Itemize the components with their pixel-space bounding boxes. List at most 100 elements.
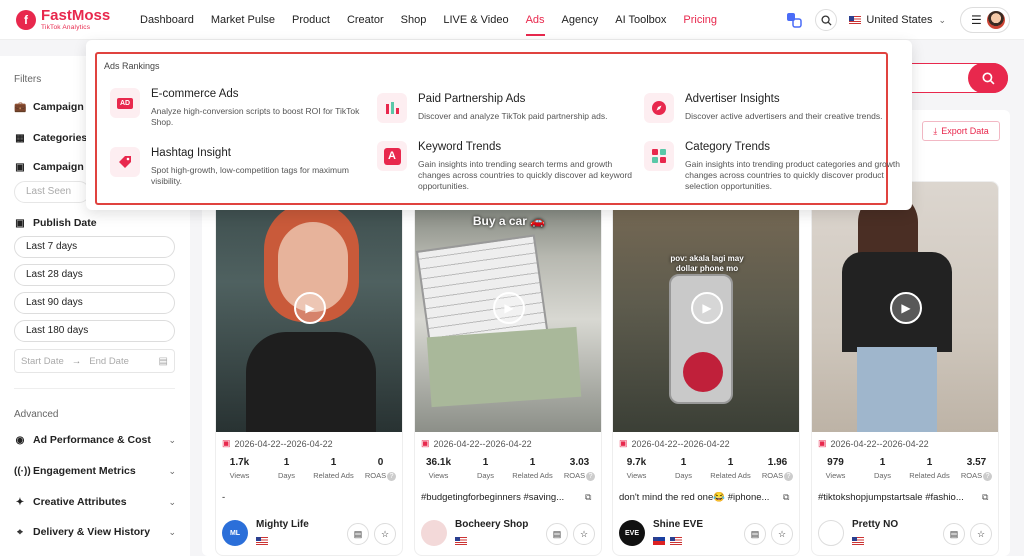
translate-icon[interactable] [783,9,805,31]
search-icon[interactable] [815,9,838,31]
star-icon[interactable]: ☆ [573,523,595,545]
help-icon[interactable]: ? [586,472,596,481]
ad-card[interactable]: ▶ ▣ 2026-04-22--2026-04-22 1.7k Views 1 Day… [215,181,403,556]
related-ads-value: 1 [727,457,734,468]
card-title: #budgetingforbeginners #saving... [421,492,565,503]
user-menu[interactable]: ☰ [960,7,1010,33]
play-icon[interactable]: ▶ [493,292,525,324]
grid-icon [644,141,674,171]
date-option-last-7[interactable]: Last 7 days [14,236,175,258]
bar-chart-icon [377,93,407,123]
video-overlay-text: Buy a car 🚗 [472,214,546,228]
play-icon[interactable]: ▶ [691,292,723,324]
help-icon[interactable]: ? [983,472,993,481]
ad-card[interactable]: Buy a car 🚗 ▶ ▣ 2026-04-22--2026-04-22 36… [414,181,602,556]
copy-icon[interactable]: ⧉ [982,492,988,503]
details-icon[interactable]: ▤ [347,523,369,545]
help-icon[interactable]: ? [784,472,794,481]
card-stats: 1.7k Views 1 Days 1 Related Ads 0 ROAS? [216,457,402,481]
avatar [987,11,1005,29]
roas-value: 1.96 [767,457,788,468]
country-label: United States [866,14,933,26]
us-flag-icon [455,536,467,545]
ads-rankings-heading: Ads Rankings [104,61,160,71]
ad-icon: AD [110,88,140,118]
date-option-last-28[interactable]: Last 28 days [14,264,175,286]
related-ads-value: 1 [926,457,933,468]
views-value: 9.7k [626,457,647,468]
details-icon[interactable]: ▤ [744,523,766,545]
signal-icon: ((·)) [14,465,31,477]
nav-shop[interactable]: Shop [401,0,427,40]
shop-info[interactable]: ML Mighty Life [222,519,309,547]
date-option-last-180[interactable]: Last 180 days [14,320,175,342]
shop-name: Mighty Life [256,519,309,530]
shop-name: Bocheery Shop [455,519,529,530]
card-title: #tiktokshopjumpstartsale #fashio... [818,492,964,503]
video-thumbnail[interactable]: ▶ [216,182,402,432]
creative-attributes-filter[interactable]: ✦ Creative Attributes ⌄ [14,496,176,508]
related-ads-value: 1 [529,457,536,468]
copy-icon[interactable]: ⧉ [783,492,789,503]
location-icon: ⌖ [17,526,23,538]
roas-value: 0 [377,457,384,468]
video-thumbnail[interactable]: ▶ [812,182,998,432]
download-icon: ⤓ [933,125,938,136]
nav-dashboard[interactable]: Dashboard [140,0,194,40]
export-data-button[interactable]: ⤓ Export Data [922,121,1000,141]
publish-date-filter: ▣ Publish Date [15,217,97,229]
ad-card[interactable]: ▶ ▣ 2026-04-22--2026-04-22 979 Views 1 Days… [811,181,999,556]
chevron-down-icon: ⌄ [938,14,946,25]
star-icon[interactable]: ☆ [970,523,992,545]
calendar-icon: ▣ [818,438,827,448]
card-title: - [222,492,226,503]
days-value: 1 [283,457,290,468]
star-icon[interactable]: ☆ [374,523,396,545]
delivery-view-history-filter[interactable]: ⌖ Delivery & View History ⌄ [14,526,176,538]
us-flag-icon [670,536,682,545]
brand-name: FastMoss [41,6,111,24]
shop-info[interactable]: Pretty NO [818,519,898,547]
nav-pricing[interactable]: Pricing [683,0,717,40]
video-thumbnail[interactable]: Buy a car 🚗 ▶ [415,182,601,432]
play-icon[interactable]: ▶ [890,292,922,324]
filters-heading: Filters [14,74,42,85]
last-seen-input[interactable]: Last Seen [14,181,90,203]
nav-ads[interactable]: Ads [525,0,545,40]
fastmoss-logo[interactable]: f FastMoss TikTok Analytics [16,8,124,32]
search-button[interactable] [968,63,1008,93]
nav-ai-toolbox[interactable]: AI Toolbox [615,0,666,40]
shop-logo: ML [222,520,248,546]
ad-card[interactable]: pov: akala lagi may dollar phone mo ▶ ▣ 2… [612,181,800,556]
country-selector[interactable]: United States ⌄ [849,14,946,26]
nav-product[interactable]: Product [292,0,330,40]
card-date: 2026-04-22--2026-04-22 [830,438,929,449]
nav-market-pulse[interactable]: Market Pulse [211,0,275,40]
us-flag-icon [256,536,268,545]
shop-name: Pretty NO [852,519,899,530]
copy-icon[interactable]: ⧉ [585,492,591,503]
shop-info[interactable]: EVE Shine EVE [619,519,703,547]
video-thumbnail[interactable]: pov: akala lagi may dollar phone mo ▶ [613,182,799,432]
sidebar-divider [14,388,175,389]
chevron-down-icon: ⌄ [168,496,176,507]
play-icon[interactable]: ▶ [294,292,326,324]
views-value: 36.1k [425,457,452,468]
roas-value: 3.03 [569,457,590,468]
brand-subtitle: TikTok Analytics [41,23,91,31]
nav-agency[interactable]: Agency [562,0,599,40]
roas-value: 3.57 [966,457,987,468]
nav-live-video[interactable]: LIVE & Video [443,0,508,40]
help-icon[interactable]: ? [387,472,397,481]
date-option-last-90[interactable]: Last 90 days [14,292,175,314]
grid-icon: ▦ [15,132,25,144]
star-icon[interactable]: ☆ [771,523,793,545]
engagement-metrics-filter[interactable]: ((·)) Engagement Metrics ⌄ [14,465,176,477]
details-icon[interactable]: ▤ [546,523,568,545]
nav-creator[interactable]: Creator [347,0,384,40]
date-range-picker[interactable]: Start Date → End Date ▤ [14,349,175,373]
details-icon[interactable]: ▤ [943,523,965,545]
shop-info[interactable]: Bocheery Shop [421,519,528,547]
top-navigation-bar: f FastMoss TikTok Analytics Dashboard Ma… [0,0,1024,40]
ad-performance-filter[interactable]: ◉ Ad Performance & Cost ⌄ [14,434,176,446]
